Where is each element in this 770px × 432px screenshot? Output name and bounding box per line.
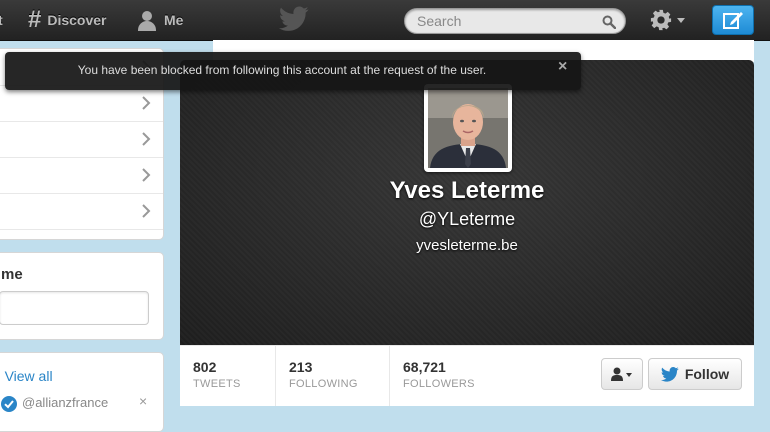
- profile-stats-bar: 802 TWEETS 213 FOLLOWING 68,721 FOLLOWER…: [180, 345, 754, 406]
- nav-home-partial[interactable]: t: [0, 0, 3, 40]
- stat-label: FOLLOWERS: [403, 378, 475, 390]
- stat-value: 213: [289, 359, 313, 375]
- follow-label: Follow: [684, 366, 730, 382]
- profile-header: Yves Leterme @YLeterme yvesleterme.be: [180, 60, 754, 345]
- compose-icon: [723, 12, 743, 29]
- chevron-right-icon: [142, 96, 151, 110]
- view-all-link[interactable]: View all: [5, 368, 53, 384]
- chevron-down-icon: [677, 17, 685, 23]
- chevron-right-icon: [142, 132, 151, 146]
- search-icon[interactable]: [602, 15, 616, 29]
- compose-tweet-button[interactable]: [712, 5, 754, 35]
- close-icon[interactable]: ×: [558, 58, 567, 76]
- menu-item-2[interactable]: [0, 85, 163, 122]
- user-actions-dropdown[interactable]: [601, 358, 643, 390]
- follow-button[interactable]: Follow: [648, 358, 742, 390]
- search-box[interactable]: [404, 8, 626, 34]
- menu-item-4[interactable]: [0, 157, 163, 194]
- card-heading: me: [1, 266, 23, 283]
- who-to-follow-card: · View all @allianzfrance ×: [0, 352, 164, 432]
- person-icon: [136, 9, 158, 31]
- search-input[interactable]: [417, 13, 597, 29]
- user-icon: [611, 367, 632, 381]
- alert-message: You have been blocked from following thi…: [77, 63, 487, 77]
- twitter-bird-icon: [660, 366, 679, 382]
- twitter-bird-icon[interactable]: [279, 6, 309, 32]
- avatar-portrait-icon: [428, 88, 508, 168]
- compose-card: me: [0, 252, 164, 340]
- nav-me[interactable]: Me: [136, 0, 183, 40]
- stat-label: FOLLOWING: [289, 378, 358, 390]
- nav-discover[interactable]: # Discover: [28, 0, 107, 40]
- gear-icon: [650, 9, 672, 31]
- stat-tweets[interactable]: 802 TWEETS: [180, 346, 276, 406]
- nav-home-fragment: t: [0, 12, 3, 28]
- nav-discover-label: Discover: [47, 12, 107, 28]
- top-navigation-bar: t # Discover Me: [0, 0, 770, 41]
- stat-followers[interactable]: 68,721 FOLLOWERS: [390, 346, 498, 406]
- compose-input[interactable]: [0, 291, 149, 325]
- nav-me-label: Me: [164, 12, 184, 28]
- chevron-right-icon: [142, 204, 151, 218]
- separator-dot: ·: [0, 368, 1, 384]
- stat-value: 68,721: [403, 359, 446, 375]
- menu-item-5[interactable]: [0, 193, 163, 230]
- blocked-alert-banner: You have been blocked from following thi…: [5, 52, 581, 90]
- verified-badge-icon: [1, 396, 17, 412]
- dismiss-icon[interactable]: ×: [139, 393, 147, 409]
- stat-value: 802: [193, 359, 217, 375]
- chevron-right-icon: [142, 168, 151, 182]
- view-all-row: · View all: [0, 368, 53, 384]
- profile-name: Yves Leterme: [389, 177, 545, 204]
- profile-website-link[interactable]: yvesleterme.be: [180, 237, 754, 254]
- settings-menu[interactable]: [650, 9, 690, 31]
- hashtag-icon: #: [28, 6, 42, 33]
- suggestion-row[interactable]: @allianzfrance ×: [1, 393, 161, 415]
- menu-item-3[interactable]: [0, 121, 163, 158]
- profile-handle: @YLeterme: [418, 209, 516, 229]
- suggestion-handle[interactable]: @allianzfrance: [22, 395, 108, 410]
- avatar-photo: [428, 88, 508, 168]
- stat-label: TWEETS: [193, 378, 241, 390]
- stat-following[interactable]: 213 FOLLOWING: [276, 346, 390, 406]
- profile-avatar[interactable]: [424, 84, 512, 172]
